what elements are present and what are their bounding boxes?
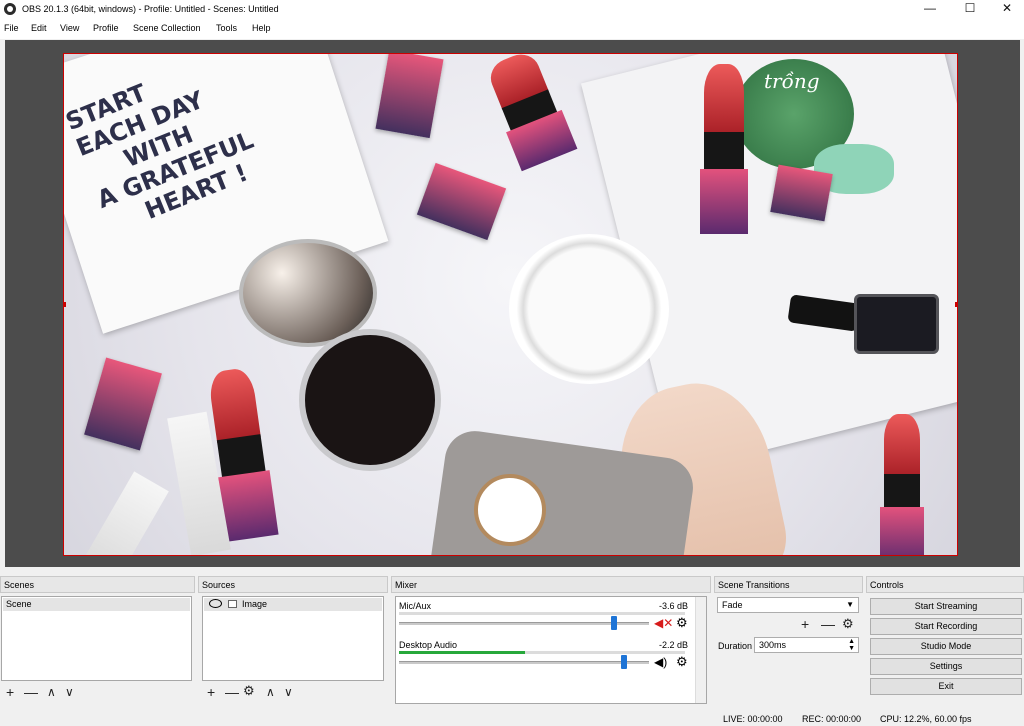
lipstick-4 [880, 414, 924, 555]
volume-slider-handle[interactable] [611, 616, 617, 630]
source-item-label: Image [242, 599, 268, 609]
mixer-channel-name: Mic/Aux [399, 601, 432, 611]
tea-text: trồng [764, 69, 820, 93]
lipstick-box-2 [416, 162, 507, 241]
speaker-icon[interactable]: ◀) [654, 655, 667, 669]
mirror-base [299, 329, 441, 471]
gear-icon[interactable]: ⚙ [676, 654, 688, 670]
menu-edit[interactable]: Edit [31, 23, 47, 33]
menu-profile[interactable]: Profile [93, 23, 119, 33]
rec-status: REC: 00:00:00 [802, 714, 862, 724]
lipstick-box-1 [375, 54, 444, 139]
mixer-channel-db: -2.2 dB [658, 640, 688, 650]
spin-arrows-icon[interactable]: ▲ ▼ [848, 638, 855, 652]
menu-scene-collection[interactable]: Scene Collection [133, 23, 201, 33]
obs-logo-icon [4, 3, 16, 15]
lipstick-box-4 [84, 357, 162, 451]
volume-slider-track[interactable] [399, 661, 649, 664]
scenes-panel-header: Scenes [0, 576, 195, 593]
gear-icon[interactable]: ⚙ [676, 615, 688, 631]
move-scene-up-button[interactable]: ∧ [47, 685, 56, 699]
nail-polish-bottle [854, 294, 939, 354]
duration-label: Duration [718, 641, 753, 651]
move-scene-down-button[interactable]: ∨ [65, 685, 74, 699]
mixer-channel-name: Desktop Audio [399, 640, 458, 650]
source-item-image[interactable]: Image [204, 598, 382, 611]
resize-handle-right[interactable] [955, 302, 957, 307]
volume-slider-handle[interactable] [621, 655, 627, 669]
mixer-panel-header: Mixer [391, 576, 711, 593]
white-cup [509, 234, 669, 384]
start-streaming-button[interactable]: Start Streaming [870, 598, 1022, 615]
lipstick-box-3 [770, 164, 833, 222]
eye-icon[interactable] [209, 599, 222, 608]
menu-help[interactable]: Help [252, 23, 271, 33]
studio-mode-button[interactable]: Studio Mode [870, 638, 1022, 655]
title-bar: OBS 20.1.3 (64bit, windows) - Profile: U… [0, 0, 1024, 19]
close-button[interactable]: ✕ [990, 0, 1024, 19]
lipstick-1 [485, 54, 578, 172]
sources-list[interactable]: Image [202, 596, 384, 681]
sources-panel-header: Sources [198, 576, 388, 593]
add-transition-button[interactable]: + [801, 616, 809, 632]
maximize-button[interactable]: ☐ [953, 0, 987, 19]
controls-panel-header: Controls [866, 576, 1024, 593]
window-title: OBS 20.1.3 (64bit, windows) - Profile: U… [22, 4, 279, 14]
exit-button[interactable]: Exit [870, 678, 1022, 695]
audio-meter [399, 612, 685, 615]
remove-source-button[interactable]: — [225, 684, 239, 700]
audio-meter-level [399, 651, 525, 654]
minimize-button[interactable]: — [913, 0, 947, 19]
start-recording-button[interactable]: Start Recording [870, 618, 1022, 635]
menu-tools[interactable]: Tools [216, 23, 237, 33]
add-scene-button[interactable]: + [6, 684, 14, 700]
status-bar: LIVE: 00:00:00 REC: 00:00:00 CPU: 12.2%,… [0, 710, 1024, 726]
remove-scene-button[interactable]: — [24, 684, 38, 700]
cpu-status: CPU: 12.2%, 60.00 fps [880, 714, 972, 724]
remove-transition-button[interactable]: — [821, 616, 835, 632]
duration-spinbox[interactable]: 300ms ▲ ▼ [754, 637, 859, 653]
muted-speaker-icon[interactable]: ◀✕ [654, 616, 673, 630]
lock-icon[interactable] [227, 600, 237, 608]
menu-bar: File Edit View Profile Scene Collection … [0, 19, 1024, 39]
watch-face [474, 474, 546, 546]
settings-button[interactable]: Settings [870, 658, 1022, 675]
mixer-scrollbar[interactable] [695, 597, 706, 703]
move-source-up-button[interactable]: ∧ [266, 685, 275, 699]
lipstick-2 [700, 64, 748, 234]
gear-icon[interactable]: ⚙ [842, 616, 854, 632]
transition-select[interactable]: Fade ▼ [717, 597, 859, 613]
menu-file[interactable]: File [4, 23, 19, 33]
move-source-down-button[interactable]: ∨ [284, 685, 293, 699]
transitions-panel-header: Scene Transitions [714, 576, 863, 593]
mixer-channel-db: -3.6 dB [658, 601, 688, 611]
chevron-down-icon: ▼ [846, 600, 854, 609]
resize-handle-left[interactable] [64, 302, 66, 307]
cream-tube-2 [79, 471, 169, 555]
scenes-list[interactable]: Scene [1, 596, 192, 681]
menu-view[interactable]: View [60, 23, 79, 33]
scene-item[interactable]: Scene [3, 598, 190, 611]
transition-select-value: Fade [722, 600, 743, 610]
mixer-area: Mic/Aux -3.6 dB ◀✕ ⚙ Desktop Audio -2.2 … [395, 596, 707, 704]
live-status: LIVE: 00:00:00 [723, 714, 783, 724]
duration-value: 300ms [759, 640, 787, 650]
add-source-button[interactable]: + [207, 684, 215, 700]
gear-icon[interactable]: ⚙ [243, 683, 255, 699]
preview-canvas[interactable]: START EACH DAY WITH A GRATEFUL HEART ! t… [63, 53, 958, 556]
